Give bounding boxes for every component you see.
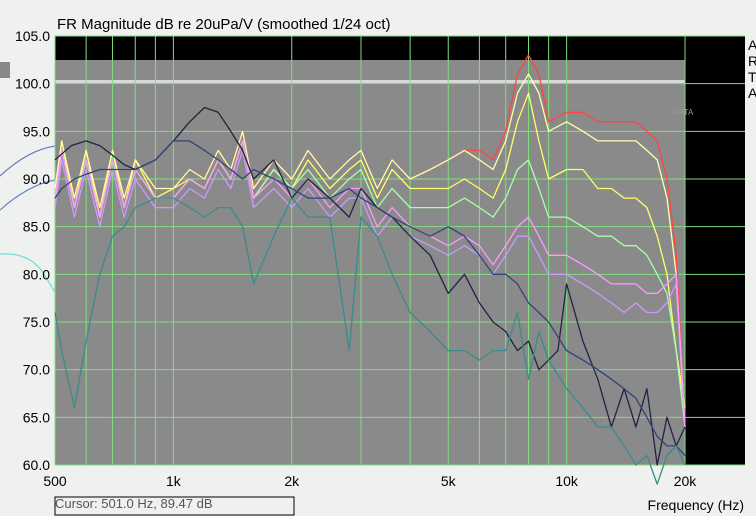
y-tick-label: 80.0: [23, 266, 50, 282]
frequency-response-chart: 105.0 100.0 95.0 90.0 85.0 80.0 75.0 70.0 65.0 60…: [0, 0, 756, 516]
legend-letter: T: [748, 69, 756, 85]
watermark-text: ARTA: [673, 108, 694, 117]
plot-area-gray: [55, 60, 685, 465]
chart-title: FR Magnitude dB re 20uPa/V (smoothed 1/2…: [57, 16, 391, 33]
y-tick-label: 95.0: [23, 123, 50, 139]
x-tick-label: 20k: [674, 473, 698, 489]
y-tick-label: 90.0: [23, 171, 50, 187]
legend-letters: ARTA: [748, 37, 756, 101]
x-tick-label: 2k: [284, 473, 300, 489]
plot-area-top-band: [55, 80, 685, 83]
x-tick-label: 10k: [555, 473, 579, 489]
legend-letter: A: [748, 85, 756, 101]
y-tick-label: 85.0: [23, 219, 50, 235]
legend-letter: R: [748, 53, 756, 69]
cursor-readout: Cursor: 501.0 Hz, 89.47 dB: [55, 496, 213, 511]
y-tick-label: 100.0: [15, 76, 50, 92]
y-tick-label: 70.0: [23, 362, 50, 378]
y-tick-label: 65.0: [23, 409, 50, 425]
scroll-marker: [0, 62, 10, 78]
y-tick-label: 60.0: [23, 457, 50, 473]
x-tick-label: 1k: [166, 473, 182, 489]
y-tick-label: 105.0: [15, 28, 50, 44]
x-axis-label: Frequency (Hz): [648, 497, 744, 513]
x-tick-label: 500: [43, 473, 67, 489]
legend-letter: A: [748, 37, 756, 53]
y-tick-label: 75.0: [23, 314, 50, 330]
x-tick-label: 5k: [441, 473, 457, 489]
